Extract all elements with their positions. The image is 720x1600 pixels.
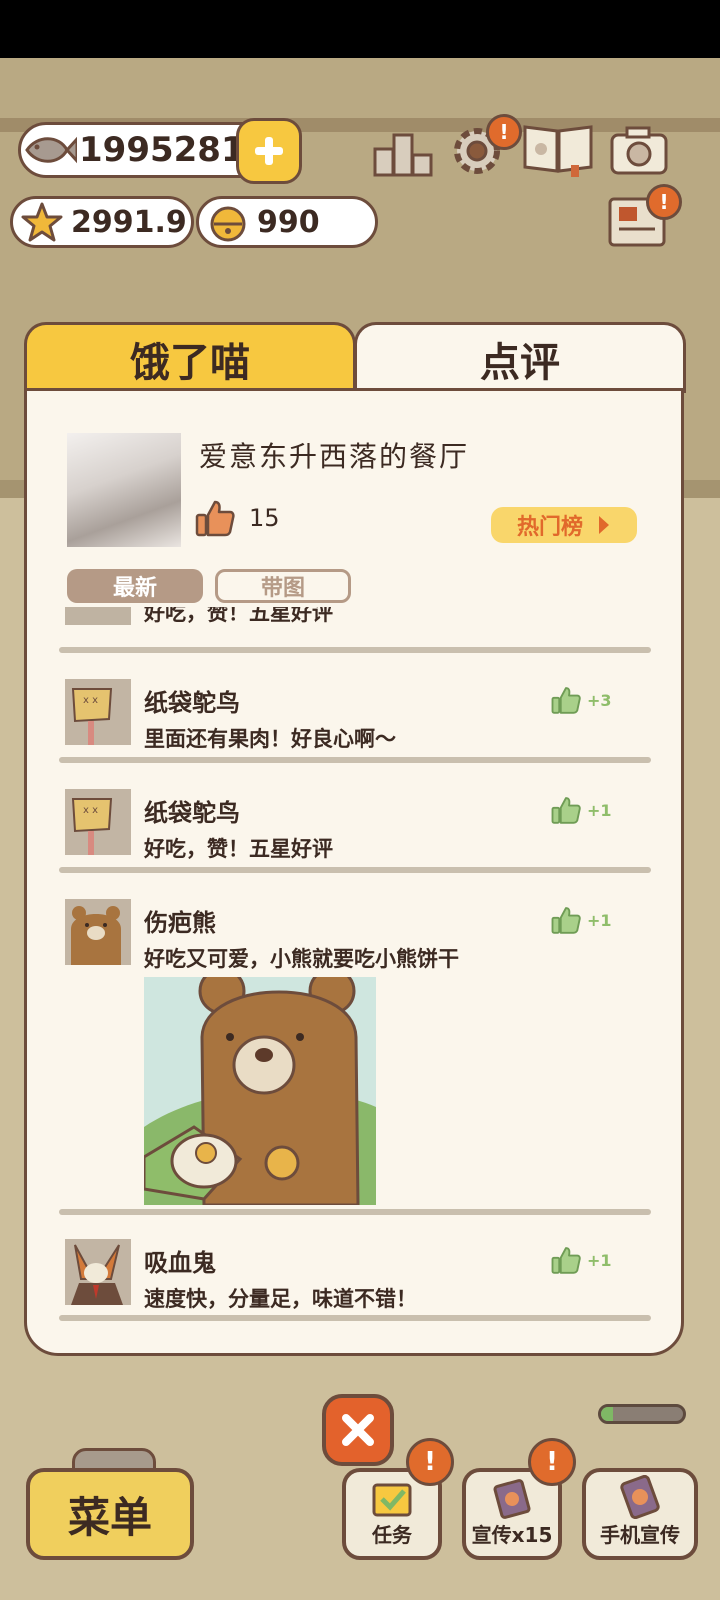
- add-fish-button[interactable]: [236, 118, 302, 184]
- book-icon: [523, 125, 593, 177]
- bell-icon: [199, 199, 257, 245]
- notification-badge: !: [486, 114, 522, 150]
- review-photo[interactable]: [144, 977, 376, 1205]
- divider: [59, 1315, 651, 1321]
- fish-amount: 1995281: [79, 130, 245, 170]
- menu-button[interactable]: 菜单: [26, 1468, 194, 1560]
- reviewer-name: 伤疤熊: [144, 909, 216, 937]
- review-text: 好吃，赞！五星好评: [144, 607, 333, 625]
- camera-icon: [610, 126, 668, 175]
- tasks-label: 任务: [372, 1523, 412, 1547]
- likes-count: 15: [249, 504, 280, 532]
- notification-badge: !: [406, 1438, 454, 1486]
- reviews-panel: 爱意东升西落的餐厅 15 热门榜 最新 带图 好吃，赞！五星好评 x x 纸袋鸵…: [24, 388, 684, 1356]
- flyer-icon: [493, 1479, 531, 1519]
- reviewer-avatar: x x: [65, 679, 131, 745]
- restaurant-likes: 15: [195, 499, 280, 537]
- review-list[interactable]: 好吃，赞！五星好评 x x 纸袋鸵鸟 里面还有果肉！好良心啊～ +3 x x 纸…: [27, 607, 681, 1347]
- ranking-button[interactable]: [372, 120, 434, 182]
- restaurant-name: 爱意东升西落的餐厅: [199, 440, 470, 473]
- notification-badge: !: [646, 184, 682, 220]
- bell-amount: 990: [257, 204, 320, 240]
- checklist-icon: [372, 1483, 412, 1517]
- review-like-button[interactable]: +1: [551, 795, 612, 825]
- review-like-button[interactable]: +3: [551, 685, 612, 715]
- restaurant-avatar: [67, 433, 181, 547]
- review-text: 速度快，分量足，味道不错！: [144, 1287, 417, 1311]
- star-amount: 2991.9: [71, 204, 187, 240]
- reviewer-avatar: [65, 1239, 131, 1305]
- bear-avatar-icon: [65, 899, 131, 965]
- reviewer-name: 吸血鬼: [144, 1249, 216, 1277]
- notification-badge: !: [528, 1438, 576, 1486]
- progress-fill: [601, 1407, 614, 1421]
- promo-progress-bar: [598, 1404, 686, 1424]
- reviewer-name: 纸袋鸵鸟: [144, 799, 240, 827]
- promo-label: 宣传x15: [471, 1523, 553, 1547]
- thumbs-up-icon: [195, 500, 235, 537]
- thumbs-up-icon: [551, 907, 581, 934]
- hot-ranking-button[interactable]: 热门榜: [491, 507, 637, 543]
- paper-bag-ostrich-icon: x x: [65, 789, 131, 855]
- status-bar: [0, 0, 720, 58]
- camera-button[interactable]: [608, 120, 670, 182]
- fish-icon: [21, 127, 79, 173]
- review-text: 好吃又可爱，小熊就要吃小熊饼干: [144, 947, 459, 971]
- svg-text:x x: x x: [83, 805, 98, 816]
- plus-icon: [255, 137, 283, 165]
- phone-promo-label: 手机宣传: [600, 1523, 680, 1547]
- review-like-count: +1: [587, 800, 612, 820]
- star-icon: [13, 199, 71, 245]
- bear-eating-cookies-image: [144, 977, 376, 1205]
- divider: [59, 647, 651, 653]
- review-like-button[interactable]: +1: [551, 905, 612, 935]
- paper-bag-ostrich-icon: x x: [65, 679, 131, 745]
- phone-icon: [620, 1475, 660, 1519]
- tab-reviews[interactable]: 点评: [354, 322, 686, 393]
- filter-latest[interactable]: 最新: [67, 569, 203, 603]
- filter-with-image[interactable]: 带图: [215, 569, 351, 603]
- phone-promo-button[interactable]: 手机宣传: [582, 1468, 698, 1560]
- vampire-avatar-icon: [65, 1239, 131, 1305]
- thumbs-up-icon: [551, 1247, 581, 1274]
- hot-ranking-label: 热门榜: [516, 515, 583, 540]
- divider: [59, 757, 651, 763]
- review-like-count: +1: [587, 910, 612, 930]
- divider: [59, 1209, 651, 1215]
- arrow-right-icon: [599, 516, 609, 534]
- reviewer-avatar: [65, 607, 131, 625]
- reviewer-avatar: [65, 899, 131, 965]
- bell-currency: 990: [196, 196, 378, 248]
- review-modal: 饿了喵 点评 爱意东升西落的餐厅 15 热门榜 最新 带图 好吃，赞！五星好评 …: [24, 322, 686, 1358]
- review-text: 里面还有果肉！好良心啊～: [144, 727, 396, 751]
- podium-icon: [373, 133, 433, 177]
- star-currency: 2991.9: [10, 196, 194, 248]
- recipe-book-button[interactable]: [520, 118, 596, 180]
- review-text: 好吃，赞！五星好评: [144, 837, 333, 861]
- review-like-count: +1: [587, 1250, 612, 1270]
- review-like-button[interactable]: +1: [551, 1245, 612, 1275]
- close-icon: [342, 1414, 374, 1446]
- close-button[interactable]: [322, 1394, 394, 1466]
- tab-eleme[interactable]: 饿了喵: [24, 322, 356, 393]
- reviewer-avatar: x x: [65, 789, 131, 855]
- thumbs-up-icon: [551, 797, 581, 824]
- review-like-count: +3: [587, 690, 612, 710]
- thumbs-up-icon: [551, 687, 581, 714]
- svg-text:x x: x x: [83, 695, 98, 706]
- reviewer-name: 纸袋鸵鸟: [144, 689, 240, 717]
- divider: [59, 867, 651, 873]
